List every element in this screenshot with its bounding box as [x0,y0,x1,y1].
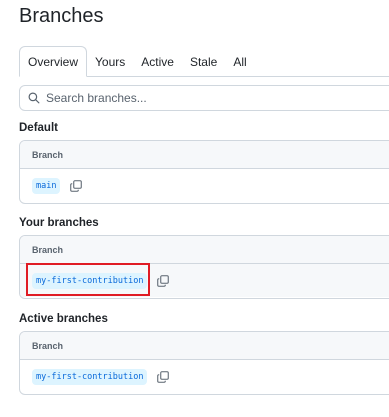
default-branches-table: Branch main [19,140,389,204]
copy-icon[interactable] [157,370,170,383]
tab-yours[interactable]: Yours [87,46,133,77]
table-column-header: Branch [20,332,389,360]
table-row: my-first-contribution [20,360,389,393]
copy-icon[interactable] [157,274,170,287]
your-branches-table: Branch my-first-contribution [19,235,389,299]
your-branches-section-heading: Your branches [19,217,99,229]
branch-tabs: Overview Yours Active Stale All [19,46,389,77]
page-title: Branches [19,5,104,27]
tab-active[interactable]: Active [133,46,182,77]
search-icon [28,92,40,104]
search-input[interactable] [46,91,346,105]
active-branches-section-heading: Active branches [19,313,108,325]
branch-name-link[interactable]: my-first-contribution [32,368,148,385]
default-section-heading: Default [19,122,58,134]
tab-all[interactable]: All [225,46,254,77]
table-column-header: Branch [20,236,389,264]
tab-overview[interactable]: Overview [19,46,88,77]
table-column-header: Branch [20,141,389,169]
table-row: main [20,169,389,202]
branch-name-link[interactable]: main [32,177,61,194]
tab-stale[interactable]: Stale [182,46,225,77]
active-branches-table: Branch my-first-contribution [19,331,389,395]
copy-icon[interactable] [70,179,83,192]
branch-name-link[interactable]: my-first-contribution [32,272,148,289]
table-row: my-first-contribution [20,264,389,297]
search-box [19,85,389,111]
